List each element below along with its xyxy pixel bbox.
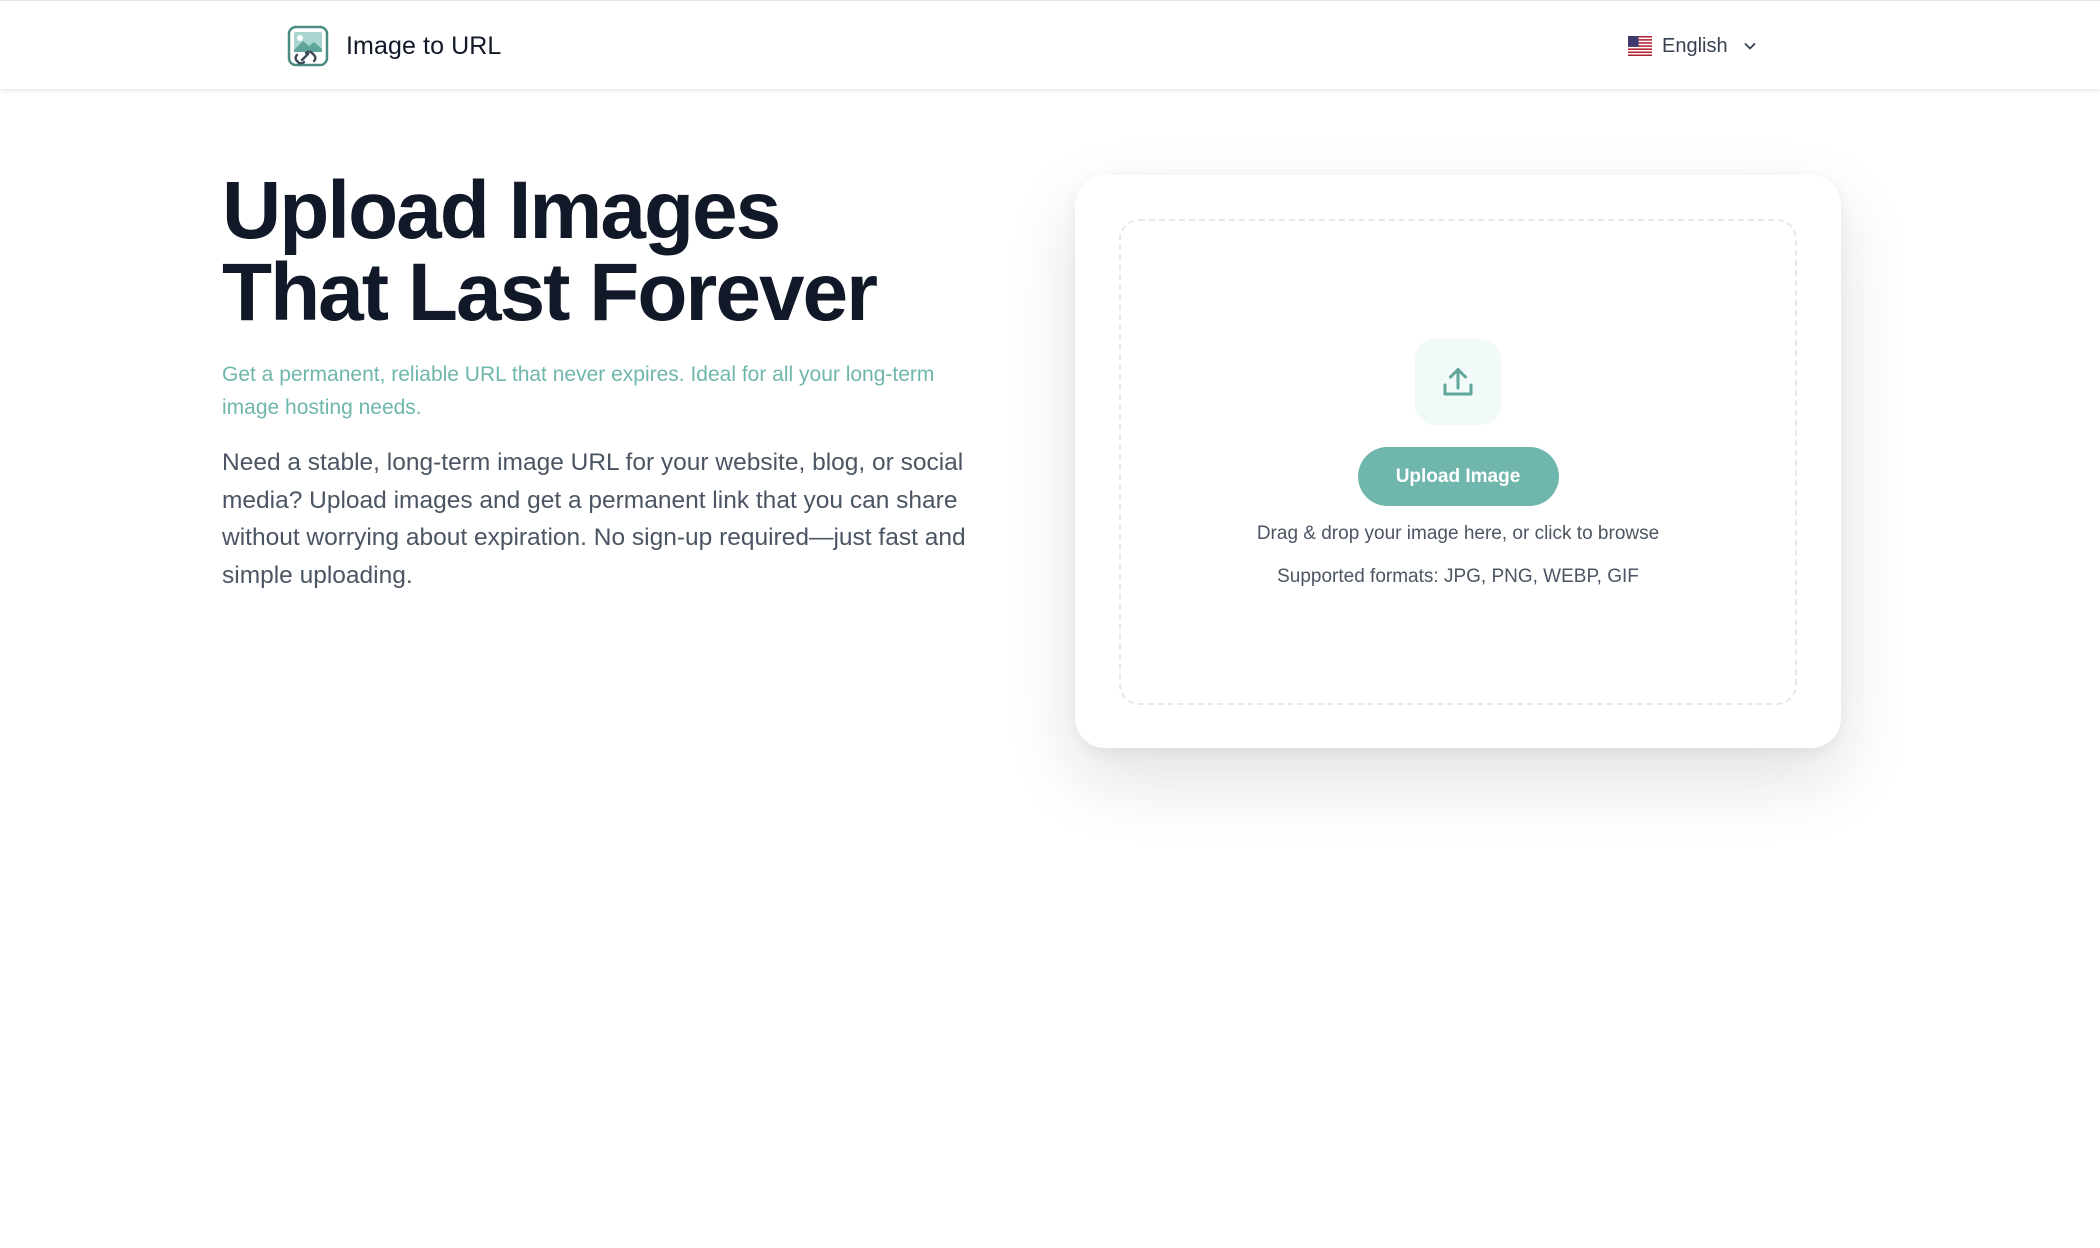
us-flag-icon xyxy=(1628,36,1652,56)
upload-icon-box xyxy=(1415,339,1501,425)
brand-name: Image to URL xyxy=(346,31,502,60)
upload-image-button[interactable]: Upload Image xyxy=(1357,447,1559,506)
upload-card: Upload Image Drag & drop your image here… xyxy=(1075,175,1841,748)
upload-dropzone[interactable]: Upload Image Drag & drop your image here… xyxy=(1119,219,1797,705)
hero-description: Need a stable, long-term image URL for y… xyxy=(222,449,966,589)
upload-icon xyxy=(1443,368,1473,396)
language-label: English xyxy=(1662,34,1728,57)
hero-title-line-1: Upload Images xyxy=(222,165,781,256)
supported-formats-text: Supported formats: JPG, PNG, WEBP, GIF xyxy=(1277,566,1639,587)
page: Image to URL English Upload Images That … xyxy=(0,0,2100,1248)
image-link-icon xyxy=(287,25,329,67)
chevron-down-icon xyxy=(1744,43,1756,50)
hero-subtitle: Get a permanent, reliable URL that never… xyxy=(222,363,935,419)
hero-title: Upload Images That Last Forever xyxy=(222,170,982,334)
brand-home-link[interactable]: Image to URL xyxy=(286,24,501,68)
language-selector[interactable]: English xyxy=(1628,31,1758,61)
drop-hint-text: Drag & drop your image here, or click to… xyxy=(1256,523,1660,544)
top-header: Image to URL English xyxy=(0,0,2100,89)
hero-title-line-2: That Last Forever xyxy=(222,247,878,338)
